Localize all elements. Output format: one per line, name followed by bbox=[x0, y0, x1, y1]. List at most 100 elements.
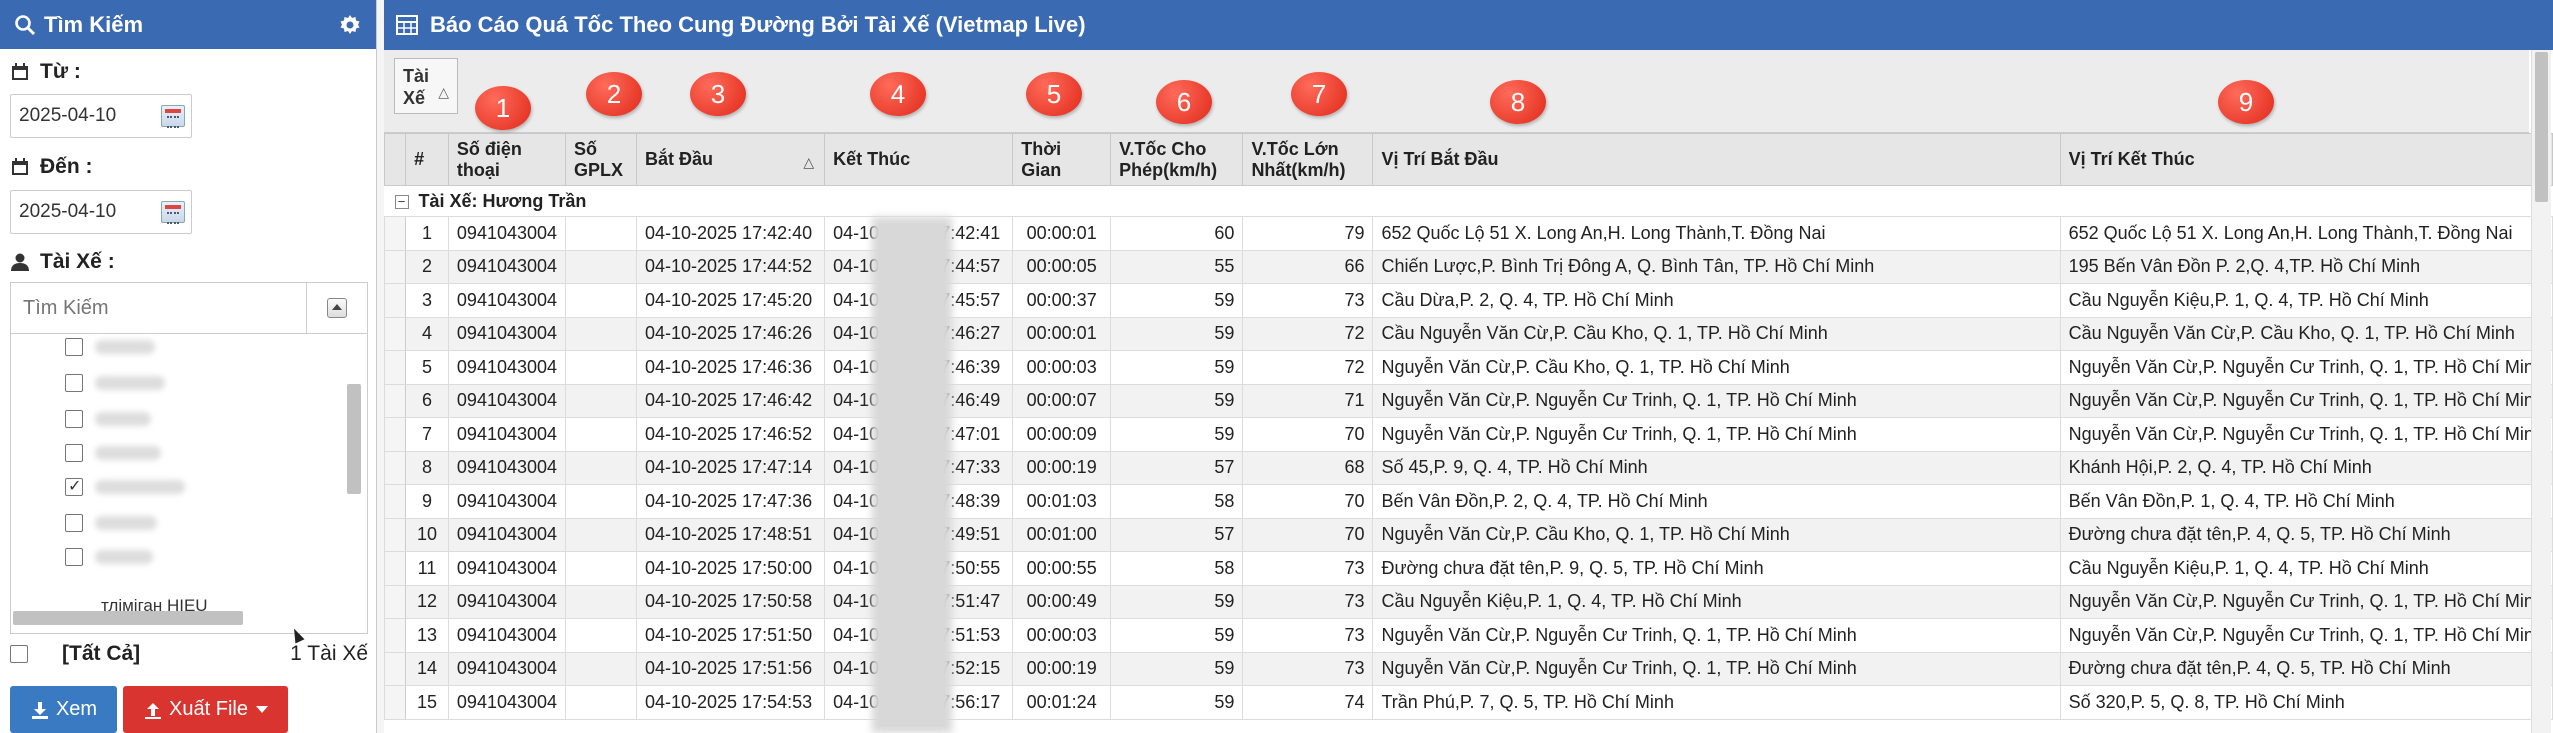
date-picker-icon[interactable] bbox=[161, 201, 185, 224]
collapse-group-icon[interactable]: − bbox=[394, 194, 409, 209]
group-chip-line1: Tài bbox=[403, 66, 430, 86]
calendar-icon bbox=[10, 157, 30, 177]
row-index: 1 bbox=[405, 216, 449, 251]
from-date-value: 2025-04-10 bbox=[19, 105, 117, 126]
table-row[interactable]: 4094104300404-10-2025 17:46:2604-10-2025… bbox=[384, 316, 2553, 351]
row-start: 04-10-2025 17:46:26 bbox=[635, 316, 826, 351]
from-label: Từ : bbox=[40, 60, 81, 83]
tree-horizontal-scrollbar[interactable] bbox=[13, 611, 243, 625]
tree-checkbox[interactable] bbox=[65, 444, 83, 462]
user-icon bbox=[10, 252, 30, 272]
tree-checkbox[interactable] bbox=[65, 548, 83, 566]
col-header-phone[interactable]: Số điện thoại bbox=[447, 133, 567, 186]
row-index: 5 bbox=[405, 350, 449, 385]
row-indent bbox=[384, 517, 407, 552]
from-date-field[interactable]: 2025-04-10 bbox=[10, 94, 192, 138]
group-row[interactable]: − Tài Xế: Hương Trần bbox=[384, 185, 2553, 217]
collapse-button[interactable] bbox=[307, 283, 367, 333]
tree-checkbox[interactable] bbox=[65, 514, 83, 532]
tree-item[interactable] bbox=[65, 334, 155, 362]
row-gplx bbox=[565, 551, 637, 586]
row-start: 04-10-2025 17:51:56 bbox=[635, 651, 826, 686]
col-header-gplx[interactable]: Số GPLX bbox=[565, 133, 637, 186]
table-row[interactable]: 3094104300404-10-2025 17:45:2004-10-2025… bbox=[384, 283, 2553, 318]
tree-item[interactable] bbox=[65, 368, 165, 398]
table-row[interactable]: 11094104300404-10-2025 17:50:0004-10-202… bbox=[384, 551, 2553, 586]
row-max-speed: 73 bbox=[1242, 283, 1374, 318]
sort-asc-icon: △ bbox=[803, 154, 815, 170]
tree-item[interactable] bbox=[65, 404, 151, 434]
row-max-speed: 79 bbox=[1242, 216, 1374, 251]
row-start: 04-10-2025 17:46:42 bbox=[635, 383, 826, 418]
driver-search bbox=[10, 282, 368, 334]
tree-checkbox[interactable] bbox=[65, 410, 83, 428]
date-picker-icon[interactable] bbox=[161, 105, 185, 128]
table-row[interactable]: 2094104300404-10-2025 17:44:5204-10-2025… bbox=[384, 249, 2553, 284]
row-phone: 0941043004 bbox=[447, 283, 567, 318]
table-row[interactable]: 12094104300404-10-2025 17:50:5804-10-202… bbox=[384, 584, 2553, 619]
driver-label: Tài Xế : bbox=[40, 250, 115, 273]
table-row[interactable]: 14094104300404-10-2025 17:51:5604-10-202… bbox=[384, 651, 2553, 686]
row-duration: 00:01:24 bbox=[1012, 685, 1112, 720]
row-allowed-speed: 59 bbox=[1110, 417, 1244, 452]
group-chip-driver[interactable]: Tài Xế △ bbox=[394, 58, 458, 114]
select-all-checkbox[interactable] bbox=[10, 645, 28, 663]
row-start: 04-10-2025 17:50:00 bbox=[635, 551, 826, 586]
phone-redaction bbox=[872, 217, 952, 733]
row-phone: 0941043004 bbox=[447, 216, 567, 251]
search-panel-header: Tìm Kiếm bbox=[0, 0, 376, 49]
row-end-location: Đường chưa đặt tên,P. 4, Q. 5, TP. Hồ Ch… bbox=[2059, 517, 2553, 552]
annotation-badge: 4 bbox=[870, 72, 926, 116]
col-header-end-location[interactable]: Vị Trí Kết Thúc bbox=[2059, 133, 2553, 186]
to-date-field[interactable]: 2025-04-10 bbox=[10, 190, 192, 234]
table-row[interactable]: 1094104300404-10-2025 17:42:4004-10-2025… bbox=[384, 216, 2553, 251]
table-row[interactable]: 7094104300404-10-2025 17:46:5204-10-2025… bbox=[384, 417, 2553, 452]
tree-item[interactable] bbox=[65, 542, 153, 572]
view-button[interactable]: Xem bbox=[10, 686, 117, 733]
table-row[interactable]: 5094104300404-10-2025 17:46:3604-10-2025… bbox=[384, 350, 2553, 385]
row-duration: 00:00:03 bbox=[1012, 350, 1112, 385]
tree-checkbox[interactable] bbox=[65, 374, 83, 392]
col-header-max-speed[interactable]: V.Tốc Lớn Nhất(km/h) bbox=[1242, 133, 1374, 186]
col-header-start-location[interactable]: Vị Trí Bắt Đầu bbox=[1372, 133, 2061, 186]
table-row[interactable]: 10094104300404-10-2025 17:48:5104-10-202… bbox=[384, 517, 2553, 552]
col-header-start[interactable]: Bắt Đầu △ bbox=[635, 133, 826, 186]
row-end-location: Bến Vân Đồn,P. 1, Q. 4, TP. Hồ Chí Minh bbox=[2059, 484, 2553, 519]
export-button[interactable]: Xuất File bbox=[123, 686, 288, 733]
table-row[interactable]: 9094104300404-10-2025 17:47:3604-10-2025… bbox=[384, 484, 2553, 519]
scrollbar-thumb[interactable] bbox=[2535, 52, 2548, 202]
row-start-location: Nguyễn Văn Cừ,P. Nguyễn Cư Trinh, Q. 1, … bbox=[1372, 618, 2061, 653]
table-row[interactable]: 13094104300404-10-2025 17:51:5004-10-202… bbox=[384, 618, 2553, 653]
tree-vertical-scrollbar[interactable] bbox=[347, 384, 361, 494]
col-header-index[interactable]: # bbox=[405, 133, 449, 186]
driver-search-input[interactable] bbox=[11, 283, 307, 333]
table-row[interactable]: 8094104300404-10-2025 17:47:1404-10-2025… bbox=[384, 450, 2553, 485]
row-allowed-speed: 59 bbox=[1110, 316, 1244, 351]
annotation-badge: 6 bbox=[1156, 80, 1212, 124]
col-header-start-label: Bắt Đầu bbox=[644, 149, 713, 169]
row-index: 4 bbox=[405, 316, 449, 351]
row-start: 04-10-2025 17:54:53 bbox=[635, 685, 826, 720]
tree-item[interactable] bbox=[65, 508, 157, 538]
tree-item[interactable] bbox=[65, 438, 161, 468]
action-buttons: Xem Xuất File bbox=[10, 686, 288, 733]
row-phone: 0941043004 bbox=[447, 249, 567, 284]
indent-header bbox=[384, 133, 407, 186]
row-index: 7 bbox=[405, 417, 449, 452]
tree-checkbox[interactable] bbox=[65, 338, 83, 356]
col-header-allowed-speed[interactable]: V.Tốc Cho Phép(km/h) bbox=[1110, 133, 1244, 186]
tree-checkbox-checked[interactable] bbox=[65, 476, 83, 496]
row-start: 04-10-2025 17:51:50 bbox=[635, 618, 826, 653]
report-vertical-scrollbar[interactable] bbox=[2531, 50, 2551, 733]
tree-item[interactable] bbox=[65, 472, 185, 502]
col-header-duration[interactable]: Thời Gian bbox=[1012, 133, 1112, 186]
row-indent bbox=[384, 584, 407, 619]
col-header-end[interactable]: Kết Thúc bbox=[824, 133, 1014, 186]
table-row[interactable]: 15094104300404-10-2025 17:54:5304-10-202… bbox=[384, 685, 2553, 720]
row-index: 10 bbox=[405, 517, 449, 552]
gear-icon[interactable] bbox=[338, 13, 362, 37]
driver-tree[interactable]: тліміган HIEU bbox=[10, 334, 368, 634]
to-date-value: 2025-04-10 bbox=[19, 201, 117, 222]
annotation-badge: 9 bbox=[2218, 80, 2274, 124]
table-row[interactable]: 6094104300404-10-2025 17:46:4204-10-2025… bbox=[384, 383, 2553, 418]
